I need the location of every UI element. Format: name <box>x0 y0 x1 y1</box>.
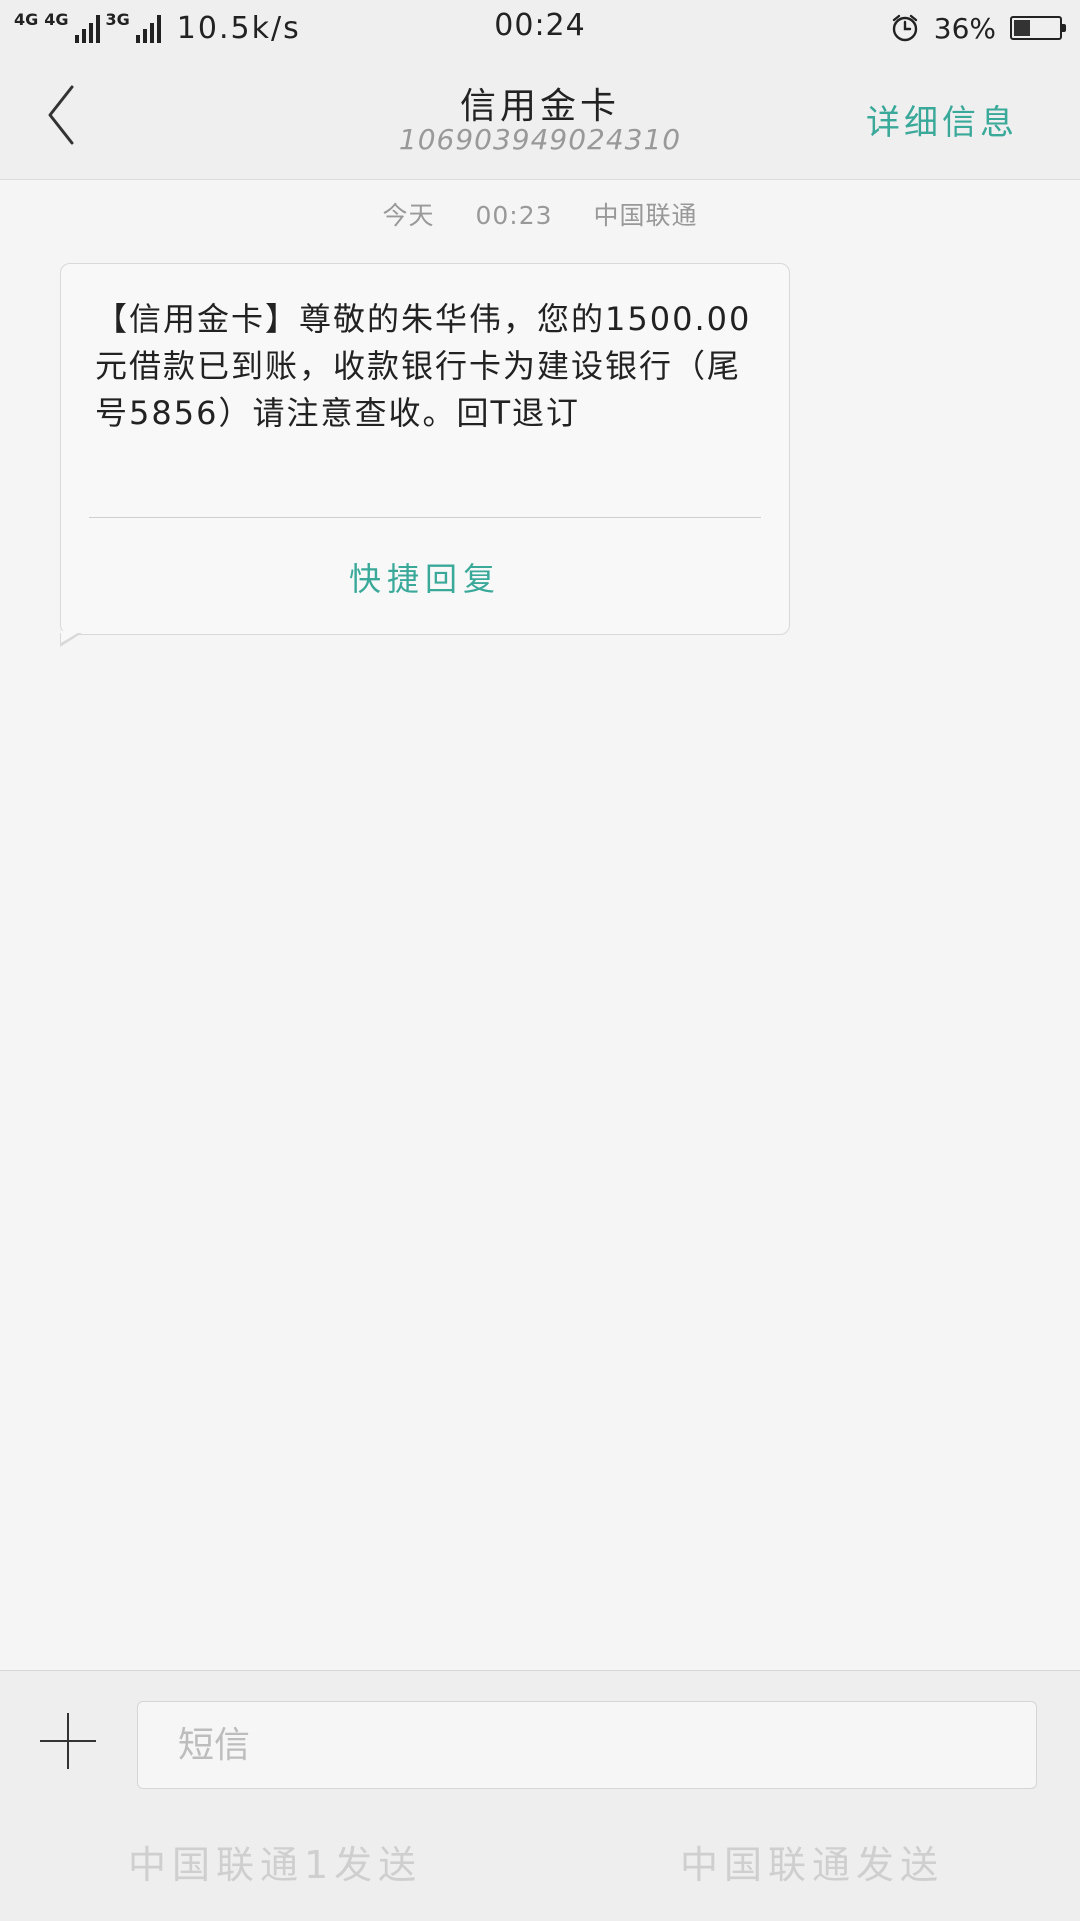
battery-percent: 36% <box>933 11 996 45</box>
add-attachment-button[interactable] <box>40 1713 96 1769</box>
battery-icon <box>1010 16 1066 40</box>
timestamp-carrier: 中国联通 <box>593 201 698 230</box>
bubble-tail <box>60 631 82 647</box>
sms-input[interactable] <box>137 1701 1037 1789</box>
alarm-clock-icon <box>892 14 917 42</box>
battery-level <box>1014 20 1030 36</box>
message-timestamp: 今天 00:23 中国联通 <box>0 196 1080 232</box>
status-bar: 4G 4G 3G 10.5k/s 00:24 36% <box>0 0 1080 55</box>
status-right: 36% <box>890 8 1066 48</box>
timestamp-time: 00:23 <box>475 201 553 230</box>
conversation-header: 信用金卡 1069039490​24310 详细信息 <box>0 55 1080 180</box>
details-button[interactable]: 详细信息 <box>866 95 1018 144</box>
message-bubble[interactable]: 【信用金卡】尊敬的朱华伟，您的1500.00元借款已到账，收款银行卡为建设银行（… <box>60 263 790 647</box>
send-sim2-button[interactable]: 中国联通发送 <box>680 1834 944 1889</box>
message-text: 【信用金卡】尊敬的朱华伟，您的1500.00元借款已到账，收款银行卡为建设银行（… <box>95 300 752 432</box>
bubble-divider <box>89 517 761 518</box>
message-composer: 中国联通1发送 中国联通发送 <box>0 1670 1080 1921</box>
quick-reply-button[interactable]: 快捷回复 <box>61 554 789 600</box>
timestamp-day: 今天 <box>382 201 435 230</box>
send-sim1-button[interactable]: 中国联通1发送 <box>128 1834 422 1889</box>
